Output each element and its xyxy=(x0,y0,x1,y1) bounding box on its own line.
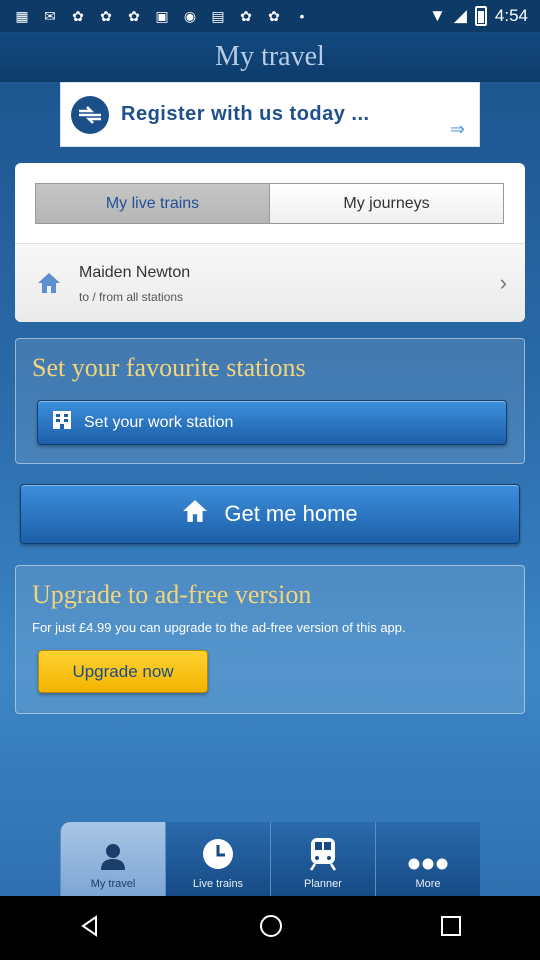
home-icon xyxy=(37,272,61,299)
battery-icon xyxy=(474,6,487,26)
train-icon xyxy=(309,837,337,874)
favourite-stations-panel: Set your favourite stations Set your wor… xyxy=(15,338,525,464)
notification-icon: ✿ xyxy=(268,7,280,24)
recent-apps-icon[interactable] xyxy=(440,915,462,942)
favourites-title: Set your favourite stations xyxy=(32,353,306,382)
tab-label: Live trains xyxy=(192,878,244,890)
get-me-home-label: Get me home xyxy=(224,501,358,526)
station-name: Maiden Newton xyxy=(79,264,191,281)
notification-icon: ◉ xyxy=(183,7,197,24)
building-icon xyxy=(52,410,72,435)
notification-icon: ▤ xyxy=(211,7,225,24)
upgrade-now-button[interactable]: Upgrade now xyxy=(38,650,208,693)
status-bar: ▦ ✉ ✿ ✿ ✿ ▣ ◉ ▤ ✿ ✿ • ▼ ◢ 4:54 xyxy=(0,0,540,32)
notification-icons: ▦ ✉ ✿ ✿ ✿ ▣ ◉ ▤ ✿ ✿ • xyxy=(12,6,312,26)
tab-my-travel[interactable]: My travel xyxy=(60,822,165,896)
upgrade-description: For just £4.99 you can upgrade to the ad… xyxy=(32,620,406,635)
chevron-right-icon: › xyxy=(499,270,507,295)
notification-icon: ▦ xyxy=(15,7,29,24)
notification-icon: • xyxy=(299,8,305,24)
get-me-home-button[interactable]: Get me home xyxy=(20,484,520,544)
app-title-bar: My travel xyxy=(0,32,540,82)
tab-label: Planner xyxy=(304,878,342,890)
rail-logo-icon xyxy=(71,95,109,134)
tab-label: More xyxy=(415,878,441,890)
banner-text: Register with us today ... xyxy=(121,103,370,125)
notification-icon: ✿ xyxy=(72,7,84,24)
work-station-label: Set your work station xyxy=(84,413,234,431)
station-subtitle: to / from all stations xyxy=(79,290,184,304)
station-list-item[interactable]: Maiden Newton to / from all stations › xyxy=(15,244,525,322)
notification-icon: ✿ xyxy=(100,7,112,24)
system-navigation-bar xyxy=(0,896,540,960)
notification-icon: ✉ xyxy=(44,7,56,24)
upgrade-title: Upgrade to ad-free version xyxy=(32,580,312,609)
tab-my-live-trains[interactable]: My live trains xyxy=(36,184,270,223)
wifi-icon: ▼ xyxy=(429,6,446,25)
more-icon xyxy=(406,857,450,874)
home-icon xyxy=(182,499,208,529)
register-banner[interactable]: Register with us today ... ⇒ xyxy=(60,82,480,147)
tab-my-journeys[interactable]: My journeys xyxy=(270,184,503,223)
banner-arrow-icon: ⇒ xyxy=(449,119,465,139)
back-icon[interactable] xyxy=(78,914,102,943)
home-nav-icon[interactable] xyxy=(258,913,284,944)
live-trains-card: My live trains My journeys Maiden Newton… xyxy=(15,163,525,322)
tab-more[interactable]: More xyxy=(375,822,480,896)
person-icon xyxy=(98,841,128,874)
page-title: My travel xyxy=(215,41,325,72)
bottom-tab-bar: My travel Live trains Planner More xyxy=(60,822,480,896)
clock-icon xyxy=(201,837,235,874)
notification-icon: ✿ xyxy=(128,7,140,24)
signal-icon: ◢ xyxy=(453,6,467,25)
tab-label: My travel xyxy=(90,878,136,890)
upgrade-panel: Upgrade to ad-free version For just £4.9… xyxy=(15,565,525,714)
tab-live-trains[interactable]: Live trains xyxy=(165,822,270,896)
notification-icon: ✿ xyxy=(240,7,252,24)
tab-planner[interactable]: Planner xyxy=(270,822,375,896)
set-work-station-button[interactable]: Set your work station xyxy=(37,400,507,445)
notification-icon: ▣ xyxy=(155,7,169,24)
trains-tabs: My live trains My journeys xyxy=(35,183,504,224)
status-time: 4:54 xyxy=(494,6,528,25)
